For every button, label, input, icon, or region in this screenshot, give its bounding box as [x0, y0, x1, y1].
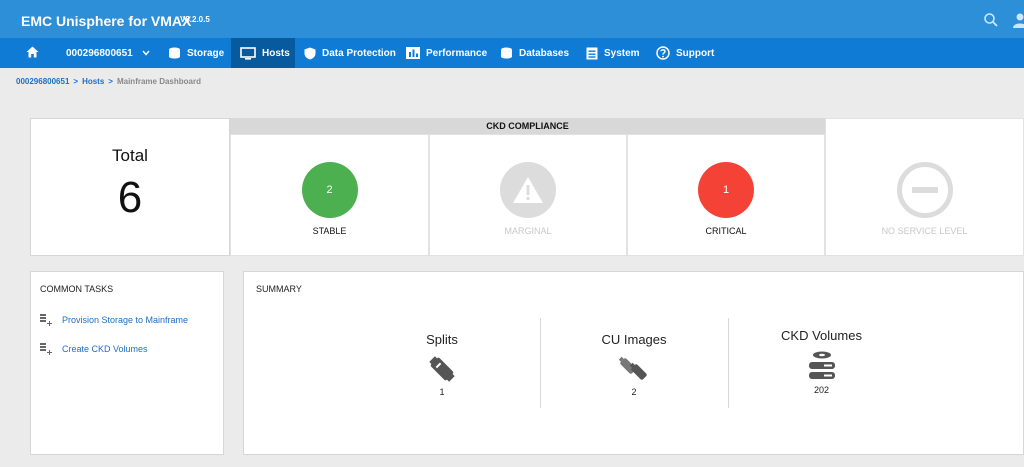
search-icon[interactable]	[982, 11, 1000, 29]
summary-panel: SUMMARY Splits 1 CU Images 2 CKD Volumes…	[243, 271, 1024, 455]
marginal-label: MARGINAL	[504, 226, 552, 236]
database-icon	[500, 47, 513, 59]
breadcrumb: 000296800651 > Hosts > Mainframe Dashboard	[16, 77, 201, 86]
document-icon	[586, 47, 598, 60]
critical-count-circle: 1	[698, 162, 754, 218]
compliance-stable[interactable]: 2 STABLE	[230, 134, 429, 256]
home-icon	[26, 46, 39, 61]
summary-divider	[540, 318, 541, 408]
nav-performance[interactable]: Performance	[406, 38, 487, 68]
cu-images-label: CU Images	[601, 332, 667, 347]
total-panel[interactable]: Total 6	[30, 118, 230, 256]
help-circle-icon	[656, 46, 670, 60]
app-version: V8.2.0.5	[180, 15, 210, 24]
app-title: EMC Unisphere for VMAX	[21, 13, 192, 29]
breadcrumb-separator: >	[73, 77, 79, 86]
provision-storage-link[interactable]: Provision Storage to Mainframe	[39, 314, 188, 326]
home-button[interactable]	[26, 38, 39, 68]
database-icon	[168, 47, 181, 59]
nav-databases[interactable]: Databases	[500, 38, 569, 68]
monitor-icon	[240, 46, 256, 60]
stable-count-circle: 2	[301, 162, 358, 218]
disk-stack-icon	[806, 351, 838, 381]
breadcrumb-separator: >	[108, 77, 113, 86]
create-ckd-volumes-link[interactable]: Create CKD Volumes	[39, 343, 148, 355]
nav-support[interactable]: Support	[656, 38, 714, 68]
no-entry-icon	[896, 162, 953, 218]
nav-system[interactable]: System	[586, 38, 640, 68]
compliance-marginal[interactable]: MARGINAL	[429, 134, 627, 256]
add-disk-icon	[39, 343, 52, 355]
summary-cu-images[interactable]: CU Images 2	[584, 332, 684, 397]
add-disk-icon	[39, 314, 52, 326]
ckd-compliance-header: CKD COMPLIANCE	[230, 118, 825, 134]
no-service-level-label: NO SERVICE LEVEL	[881, 226, 968, 236]
ckd-volumes-label: CKD Volumes	[781, 328, 862, 343]
nav-data-protection[interactable]: Data Protection	[304, 38, 396, 68]
ckd-volumes-value: 202	[813, 385, 830, 395]
common-tasks-title: COMMON TASKS	[40, 284, 114, 294]
summary-divider	[728, 318, 729, 408]
summary-title: SUMMARY	[256, 284, 302, 294]
critical-label: CRITICAL	[705, 226, 747, 236]
title-bar: EMC Unisphere for VMAX V8.2.0.5	[0, 0, 1024, 38]
summary-ckd-volumes[interactable]: CKD Volumes 202	[764, 328, 879, 395]
splits-value: 1	[439, 387, 445, 397]
compliance-no-service-level[interactable]: NO SERVICE LEVEL	[825, 118, 1024, 256]
total-label: Total	[112, 146, 148, 165]
symmetrix-selector[interactable]: 000296800651	[66, 38, 150, 68]
summary-splits[interactable]: Splits 1	[402, 332, 482, 397]
shield-icon	[304, 47, 316, 60]
nav-hosts[interactable]: Hosts	[231, 38, 295, 68]
chevron-down-icon	[142, 48, 150, 59]
cu-images-icon	[617, 355, 651, 383]
warning-icon	[500, 162, 556, 218]
compliance-critical[interactable]: 1 CRITICAL	[627, 134, 825, 256]
symmetrix-id: 000296800651	[66, 47, 133, 59]
splits-label: Splits	[426, 332, 458, 347]
breadcrumb-current: Mainframe Dashboard	[116, 77, 201, 86]
user-icon[interactable]	[1011, 11, 1024, 29]
breadcrumb-symmetrix[interactable]: 000296800651	[16, 77, 69, 86]
cu-images-value: 2	[631, 387, 637, 397]
breadcrumb-hosts[interactable]: Hosts	[82, 77, 104, 86]
common-tasks-panel: COMMON TASKS Provision Storage to Mainfr…	[30, 271, 224, 455]
nav-storage[interactable]: Storage	[168, 38, 224, 68]
total-value: 6	[117, 173, 143, 222]
split-connector-icon	[427, 355, 457, 383]
bar-chart-icon	[406, 47, 420, 59]
main-navigation: 000296800651 Storage Hosts Data Protecti…	[0, 38, 1024, 68]
stable-label: STABLE	[312, 226, 347, 236]
